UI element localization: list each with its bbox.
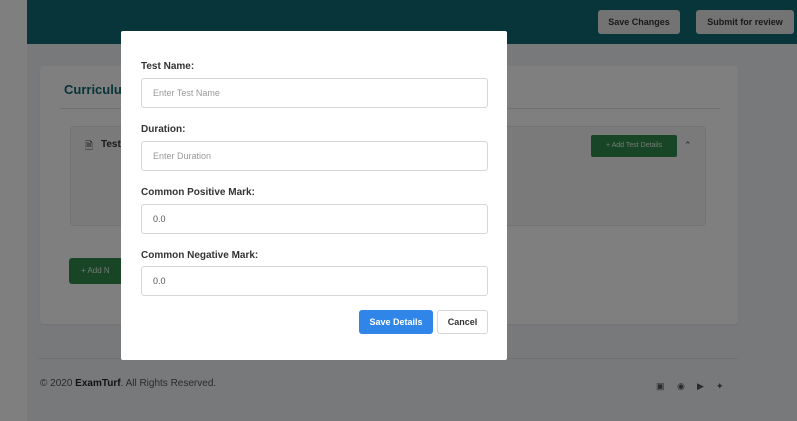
- save-details-button[interactable]: Save Details: [359, 310, 433, 334]
- test-details-modal: Test Name: Enter Test Name Duration: Ent…: [121, 31, 507, 360]
- duration-label: Duration:: [141, 124, 186, 135]
- positive-mark-input[interactable]: 0.0: [141, 204, 488, 234]
- test-name-label: Test Name:: [141, 61, 195, 72]
- test-name-input[interactable]: Enter Test Name: [141, 78, 488, 108]
- negative-mark-label: Common Negative Mark:: [141, 250, 259, 261]
- positive-mark-label: Common Positive Mark:: [141, 187, 255, 198]
- negative-mark-input[interactable]: 0.0: [141, 266, 488, 296]
- duration-input[interactable]: Enter Duration: [141, 141, 488, 171]
- cancel-button[interactable]: Cancel: [437, 310, 488, 334]
